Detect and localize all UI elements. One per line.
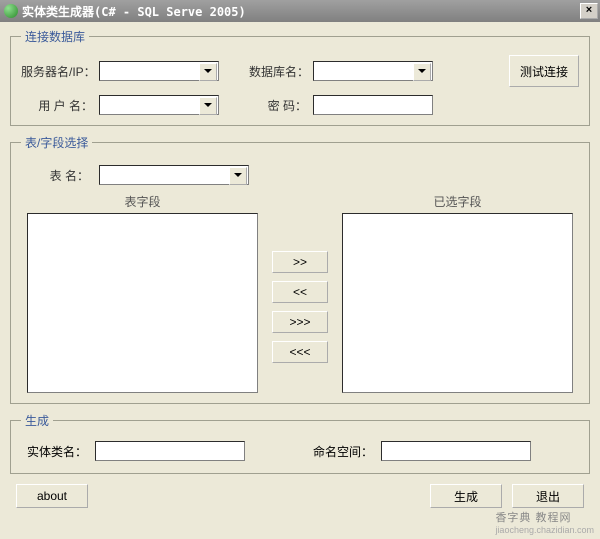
legend-generate: 生成 (21, 412, 53, 429)
label-database: 数据库名： (249, 63, 307, 80)
password-input[interactable] (313, 95, 433, 115)
groupbox-connection: 连接数据库 服务器名/IP： 数据库名： 测试连接 用 户 名： 密 码： (10, 28, 590, 126)
input-class-name[interactable] (95, 441, 245, 461)
exit-button[interactable]: 退出 (512, 484, 584, 508)
move-all-left-button[interactable]: <<< (272, 341, 328, 363)
header-source-fields: 表字段 (124, 193, 160, 209)
legend-table-fields: 表/字段选择 (21, 134, 92, 151)
move-buttons-column: >> << >>> <<< (268, 193, 332, 393)
generate-button[interactable]: 生成 (430, 484, 502, 508)
move-left-button[interactable]: << (272, 281, 328, 303)
footer-bar: about 生成 退出 (10, 482, 590, 508)
label-user: 用 户 名： (21, 97, 93, 114)
move-all-right-button[interactable]: >>> (272, 311, 328, 333)
combo-server[interactable] (99, 61, 219, 81)
legend-connection: 连接数据库 (21, 28, 89, 45)
column-selected-fields: 已选字段 (342, 193, 573, 393)
combo-user[interactable] (99, 95, 219, 115)
header-selected-fields: 已选字段 (433, 193, 481, 209)
client-area: 连接数据库 服务器名/IP： 数据库名： 测试连接 用 户 名： 密 码： 表/… (0, 22, 600, 514)
app-icon (4, 4, 18, 18)
label-password: 密 码： (249, 97, 307, 114)
listbox-source-fields[interactable] (27, 213, 258, 393)
watermark-sub: jiaocheng.chazidian.com (495, 525, 594, 535)
label-namespace: 命名空间： (313, 443, 373, 460)
listbox-selected-fields[interactable] (342, 213, 573, 393)
label-class-name: 实体类名： (27, 443, 87, 460)
label-server: 服务器名/IP： (21, 63, 93, 80)
about-button[interactable]: about (16, 484, 88, 508)
input-namespace[interactable] (381, 441, 531, 461)
groupbox-table-fields: 表/字段选择 表 名： 表字段 >> << >>> <<< 已选字段 (10, 134, 590, 404)
combo-table[interactable] (99, 165, 249, 185)
move-right-button[interactable]: >> (272, 251, 328, 273)
column-source-fields: 表字段 (27, 193, 258, 393)
window-title: 实体类生成器(C# - SQL Serve 2005) (22, 3, 580, 20)
groupbox-generate: 生成 实体类名： 命名空间： (10, 412, 590, 474)
close-icon[interactable]: × (580, 3, 598, 19)
title-bar: 实体类生成器(C# - SQL Serve 2005) × (0, 0, 600, 22)
combo-database[interactable] (313, 61, 433, 81)
label-table-name: 表 名： (33, 167, 89, 184)
test-connection-button[interactable]: 测试连接 (509, 55, 579, 87)
